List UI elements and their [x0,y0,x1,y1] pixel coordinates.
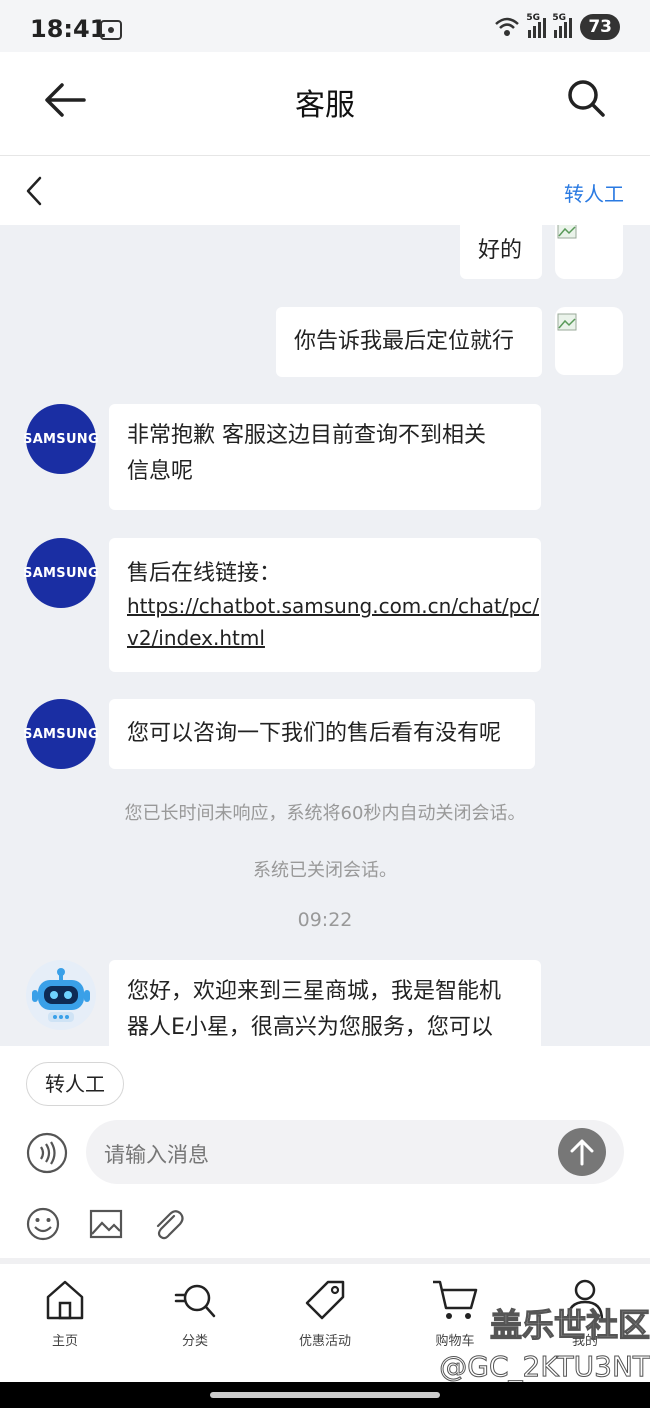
aftersales-link[interactable]: https://chatbot.samsung.com.cn/chat/pc/ [127,590,539,622]
samsung-logo-text: SAMSUNG [23,565,99,581]
samsung-logo-text: SAMSUNG [23,726,99,742]
system-notice: 系统已关闭会话。 [253,860,397,881]
bot-message-bubble: 售后在线链接： https://chatbot.samsung.com.cn/c… [109,538,541,672]
user-icon [566,1279,604,1321]
bot-message-line: 器人E小星，很高兴为您服务，您可以 [127,1015,493,1040]
send-button[interactable] [558,1128,606,1176]
nav-label: 优惠活动 [298,1334,351,1349]
user-message-bubble: 好的 [460,225,542,279]
nav-label: 主页 [51,1334,78,1349]
samsung-avatar: SAMSUNG [23,404,99,474]
user-message-text: 你告诉我最后定位就行 [294,329,515,354]
samsung-logo-text: SAMSUNG [23,431,99,447]
signal-icon-2: 5G [552,13,573,38]
status-bar: 18:41 5G 5G 73 [0,0,650,52]
user-message-text: 好的 [478,238,523,263]
user-avatar [555,307,623,375]
bot-message-bubble: 您可以咨询一下我们的售后看有没有呢 [109,699,535,769]
attachment-icon[interactable] [150,1206,186,1242]
voice-input-icon[interactable] [26,1132,68,1174]
broken-image-icon [557,313,577,331]
tag-icon [305,1280,345,1320]
bot-message-bubble: 非常抱歉 客服这边目前查询不到相关 信息呢 [109,404,541,510]
nav-label: 分类 [181,1334,208,1349]
bot-message-line: 您好，欢迎来到三星商城，我是智能机 [127,979,502,1004]
signal-icon: 5G [526,13,547,38]
broken-image-icon [557,225,577,239]
bot-message-line: 信息呢 [127,459,194,484]
aftersales-link-cont[interactable]: v2/index.html [127,622,265,654]
transfer-human-link[interactable]: 转人工 [564,178,624,207]
image-icon[interactable] [88,1206,124,1242]
bot-message-line: 非常抱歉 客服这边目前查询不到相关 [127,423,486,448]
emoji-icon[interactable] [25,1206,61,1242]
robot-avatar [26,960,96,1030]
wifi-icon [495,17,520,36]
category-search-icon [174,1284,216,1318]
screen-record-icon [100,20,122,40]
home-icon [46,1280,84,1320]
bot-message-bubble: 您好，欢迎来到三星商城，我是智能机 器人E小星，很高兴为您服务，您可以 [109,960,541,1046]
bottom-nav: 主页 分类 优惠活动 购物车 我的 [0,1264,650,1382]
network-label: 5G [526,13,540,23]
page-title: 客服 [295,88,355,123]
samsung-avatar: SAMSUNG [23,699,99,769]
nav-item-category[interactable]: 分类 [140,1278,250,1349]
bot-message-text: 您可以咨询一下我们的售后看有没有呢 [127,721,502,746]
chat-timestamp: 09:22 [297,909,353,931]
arrow-up-icon [570,1139,594,1166]
nav-item-deals[interactable]: 优惠活动 [270,1278,380,1349]
network-label-2: 5G [552,13,566,23]
user-avatar [555,225,623,279]
battery-badge: 73 [580,14,620,40]
nav-label: 我的 [571,1334,598,1349]
quick-reply-transfer-button[interactable]: 转人工 [26,1062,124,1106]
system-notice: 您已长时间未响应，系统将60秒内自动关闭会话。 [124,803,526,824]
samsung-avatar: SAMSUNG [23,538,99,608]
nav-item-cart[interactable]: 购物车 [400,1278,510,1349]
system-home-bar [0,1382,650,1408]
home-indicator[interactable] [210,1392,440,1398]
input-area: 转人工 请输入消息 [0,1046,650,1258]
chat-area[interactable]: 好的 你告诉我最后定位就行 SAMSUNG 非常抱歉 客服这边目前查询不到相关 … [0,225,650,1046]
message-input-placeholder: 请输入消息 [104,1143,209,1167]
bot-message-line: 售后在线链接： [127,561,282,586]
chat-subheader: 转人工 [0,157,650,225]
chevron-left-icon[interactable] [22,175,46,207]
app-header: 客服 [0,52,650,156]
nav-label: 购物车 [435,1334,475,1349]
user-message-bubble: 你告诉我最后定位就行 [276,307,542,377]
robot-icon [32,968,90,1022]
cart-icon [433,1280,478,1319]
status-time: 18:41 [30,15,107,43]
nav-item-home[interactable]: 主页 [10,1278,120,1349]
nav-item-profile[interactable]: 我的 [530,1278,640,1349]
search-icon[interactable] [566,78,606,118]
